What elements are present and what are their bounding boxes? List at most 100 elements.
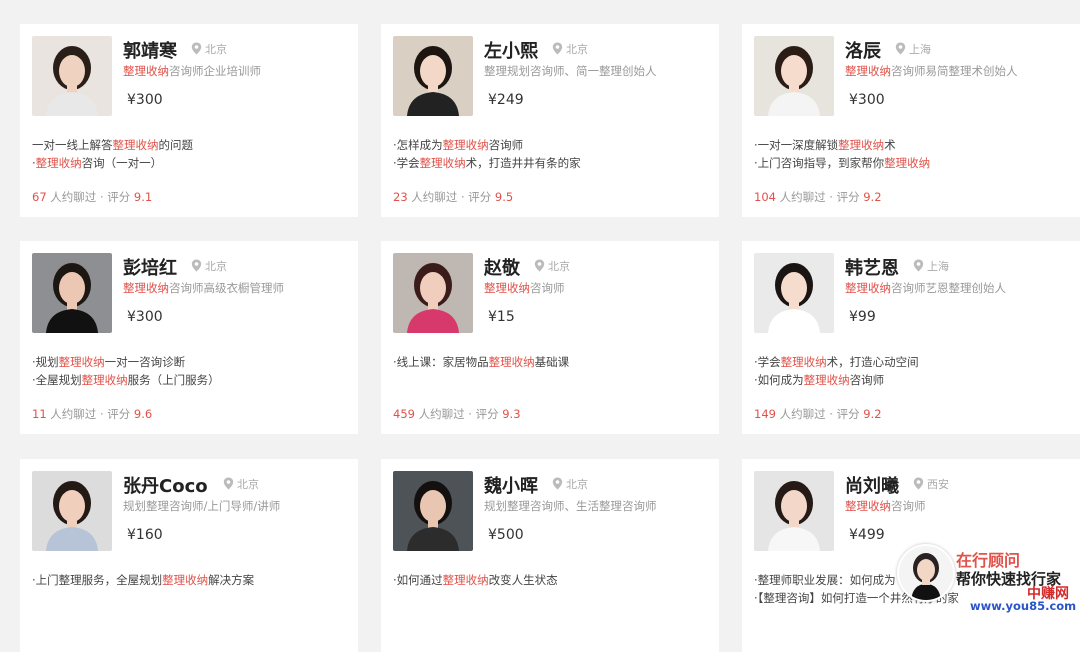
expert-title: 整理收纳咨询师企业培训师 <box>123 64 261 78</box>
location-pin-icon <box>191 42 205 56</box>
expert-card-grid: 郭靖寒 北京 整理收纳咨询师企业培训师 ¥300 一对一线上解答整理收纳的问题 ·整理收纳… <box>0 0 1080 652</box>
expert-avatar[interactable] <box>754 36 834 116</box>
chat-count-label: 人约聊过 <box>418 407 465 421</box>
chat-count: 459 <box>393 407 415 421</box>
expert-title: 整理收纳咨询师高级衣橱管理师 <box>123 281 284 295</box>
expert-avatar[interactable] <box>393 253 473 333</box>
score-value: 9.6 <box>133 407 153 421</box>
expert-card[interactable]: 魏小晖 北京 规划整理咨询师、生活整理咨询师 ¥500 ·如何通过整理收纳改变人生状态 <box>381 459 719 652</box>
chat-count: 149 <box>754 407 776 421</box>
expert-avatar[interactable] <box>32 36 112 116</box>
consult-price: ¥15 <box>488 309 515 325</box>
service-list: ·怎样成为整理收纳咨询师 ·学会整理收纳术，打造井井有条的家 <box>393 136 581 172</box>
expert-title: 整理收纳咨询师艺恩整理创始人 <box>845 281 1006 295</box>
expert-name[interactable]: 郭靖寒 <box>123 37 177 63</box>
score-label: 评分 <box>468 190 492 204</box>
expert-name[interactable]: 洛辰 <box>845 37 881 63</box>
expert-avatar[interactable] <box>32 471 112 551</box>
expert-avatar[interactable] <box>393 36 473 116</box>
consult-price: ¥300 <box>849 92 885 108</box>
card-stats: 67 人约聊过 · 评分 9.1 <box>32 190 153 204</box>
expert-card[interactable]: 韩艺恩 上海整理收纳咨询师艺恩整理创始人 ¥99 ·学会整理收纳术，打造心动空间 ·如何… <box>742 241 1080 434</box>
chat-count-label: 人约聊过 <box>50 407 97 421</box>
expert-name[interactable]: 韩艺恩 <box>845 254 899 280</box>
consult-price: ¥249 <box>488 92 524 108</box>
location-pin-icon <box>223 477 237 491</box>
expert-card[interactable]: 左小熙 北京 整理规划咨询师、简一整理创始人 ¥249 ·怎样成为整理收纳咨询师 ·学会整… <box>381 24 719 217</box>
expert-location: 上海 <box>895 41 931 57</box>
expert-title: 整理收纳咨询师 <box>484 281 565 295</box>
location-pin-icon <box>191 259 205 273</box>
expert-avatar[interactable] <box>32 253 112 333</box>
expert-location: 上海 <box>913 258 949 274</box>
card-stats: 23 人约聊过 · 评分 9.5 <box>393 190 514 204</box>
expert-name[interactable]: 张丹Coco <box>123 472 208 498</box>
service-item: ·全屋规划整理收纳服务（上门服务） <box>32 373 220 387</box>
expert-title: 规划整理咨询师/上门导师/讲师 <box>123 499 281 513</box>
chat-count-label: 人约聊过 <box>779 190 826 204</box>
service-item: 一对一线上解答整理收纳的问题 <box>32 138 193 152</box>
score-value: 9.5 <box>494 190 514 204</box>
score-label: 评分 <box>836 407 860 421</box>
score-label: 评分 <box>475 407 499 421</box>
expert-name[interactable]: 赵敬 <box>484 254 520 280</box>
chat-count-label: 人约聊过 <box>411 190 458 204</box>
score-value: 9.3 <box>502 407 521 421</box>
expert-name[interactable]: 彭培红 <box>123 254 177 280</box>
chat-count: 11 <box>32 407 47 421</box>
location-pin-icon <box>534 259 548 273</box>
expert-name[interactable]: 尚刘曦 <box>845 472 899 498</box>
consult-price: ¥300 <box>127 309 163 325</box>
consult-price: ¥499 <box>849 527 885 543</box>
chat-count: 23 <box>393 190 408 204</box>
expert-card[interactable]: 赵敬 北京 整理收纳咨询师 ¥15 ·线上课：家居物品整理收纳基础课 459 人约聊过 ·… <box>381 241 719 434</box>
advisor-floating-badge[interactable]: 在行顾问 帮你快速找行家 中赚网 www.you85.com <box>893 538 1080 619</box>
expert-location: 北京 <box>552 41 588 57</box>
expert-avatar[interactable] <box>754 253 834 333</box>
expert-location: 北京 <box>223 476 259 492</box>
expert-card[interactable]: 彭培红 北京整理收纳咨询师高级衣橱管理师 ¥300 ·规划整理收纳一对一咨询诊断 ·全屋… <box>20 241 358 434</box>
card-stats: 149 人约聊过 · 评分 9.2 <box>754 407 882 421</box>
chat-count-label: 人约聊过 <box>50 190 97 204</box>
score-label: 评分 <box>107 407 131 421</box>
expert-location: 北京 <box>534 258 570 274</box>
score-label: 评分 <box>107 190 131 204</box>
location-pin-icon <box>913 477 927 491</box>
score-label: 评分 <box>836 190 860 204</box>
expert-location: 北京 <box>552 476 588 492</box>
expert-title: 整理收纳咨询师 <box>845 499 926 513</box>
service-item: ·如何通过整理收纳改变人生状态 <box>393 573 558 587</box>
expert-name[interactable]: 魏小晖 <box>484 472 538 498</box>
expert-card[interactable]: 郭靖寒 北京 整理收纳咨询师企业培训师 ¥300 一对一线上解答整理收纳的问题 ·整理收纳… <box>20 24 358 217</box>
service-item: ·整理收纳咨询（一对一） <box>32 156 163 170</box>
watermark-url: www.you85.com <box>970 599 1077 613</box>
consult-price: ¥160 <box>127 527 163 543</box>
expert-name[interactable]: 左小熙 <box>484 37 538 63</box>
expert-avatar[interactable] <box>754 471 834 551</box>
expert-location: 北京 <box>191 258 227 274</box>
expert-title: 整理收纳咨询师易简整理术创始人 <box>845 64 1018 78</box>
service-item: ·一对一深度解锁整理收纳术 <box>754 138 896 152</box>
chat-count: 104 <box>754 190 776 204</box>
service-item: ·规划整理收纳一对一咨询诊断 <box>32 355 186 369</box>
service-item: ·上门咨询指导，到家帮你整理收纳 <box>754 156 931 170</box>
service-item: ·怎样成为整理收纳咨询师 <box>393 138 524 152</box>
consult-price: ¥99 <box>849 309 876 325</box>
service-list: ·上门整理服务，全屋规划整理收纳解决方案 <box>32 571 254 589</box>
score-value: 9.2 <box>863 190 882 204</box>
service-list: ·学会整理收纳术，打造心动空间 ·如何成为整理收纳咨询师 <box>754 353 919 389</box>
card-stats: 104 人约聊过 · 评分 9.2 <box>754 190 882 204</box>
service-item: ·学会整理收纳术，打造井井有条的家 <box>393 156 581 170</box>
service-item: ·如何成为整理收纳咨询师 <box>754 373 885 387</box>
advisor-avatar[interactable] <box>897 544 955 602</box>
location-pin-icon <box>913 259 927 273</box>
location-pin-icon <box>552 42 566 56</box>
expert-card[interactable]: 洛辰 上海整理收纳咨询师易简整理术创始人 ¥300 ·一对一深度解锁整理收纳术 ·上门咨… <box>742 24 1080 217</box>
service-list: ·一对一深度解锁整理收纳术 ·上门咨询指导，到家帮你整理收纳 <box>754 136 930 172</box>
service-item: ·学会整理收纳术，打造心动空间 <box>754 355 919 369</box>
service-list: ·规划整理收纳一对一咨询诊断 ·全屋规划整理收纳服务（上门服务） <box>32 353 220 389</box>
expert-card[interactable]: 张丹Coco 北京规划整理咨询师/上门导师/讲师 ¥160 ·上门整理服务，全屋规划整… <box>20 459 358 652</box>
expert-avatar[interactable] <box>393 471 473 551</box>
location-pin-icon <box>552 477 566 491</box>
card-stats: 11 人约聊过 · 评分 9.6 <box>32 407 153 421</box>
